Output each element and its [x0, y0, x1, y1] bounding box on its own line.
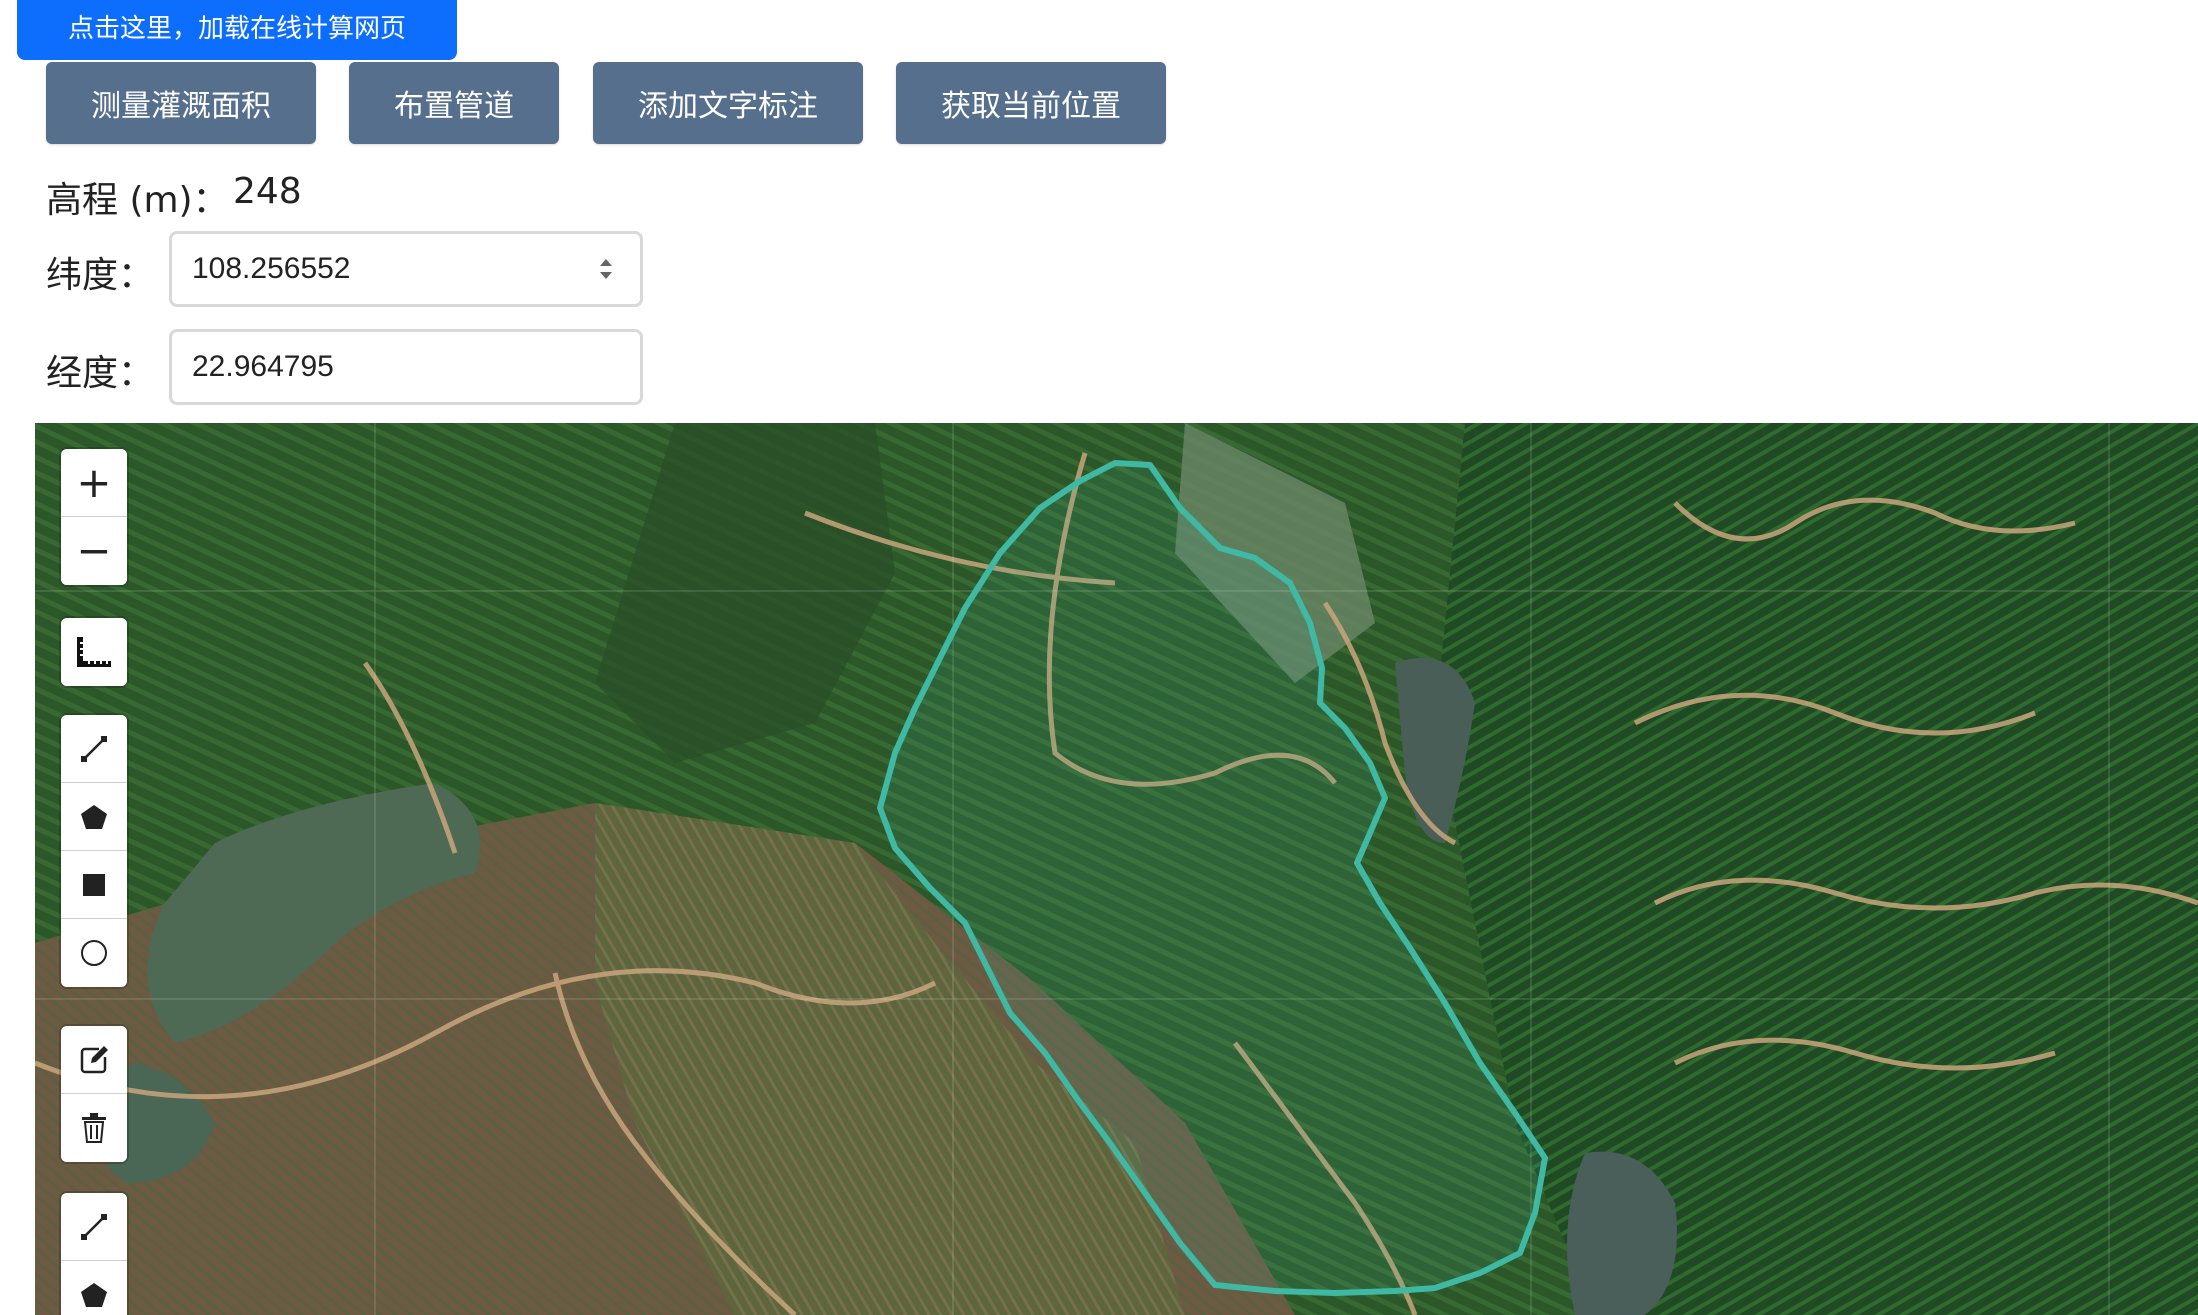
ruler-icon — [77, 637, 111, 667]
zoom-in-button[interactable]: + — [61, 449, 127, 517]
get-location-button[interactable]: 获取当前位置 — [896, 62, 1166, 144]
measure-control — [61, 618, 127, 686]
polygon-icon — [81, 1283, 107, 1307]
latitude-input[interactable]: 108.256552 — [169, 231, 643, 307]
elevation-value: 248 — [233, 171, 302, 212]
measure-button[interactable] — [61, 618, 127, 686]
draw-polyline-button[interactable] — [61, 715, 127, 783]
edit-layers-button[interactable] — [61, 1026, 127, 1094]
elevation-label: 高程 (m)： — [46, 180, 229, 221]
rectangle-icon — [83, 873, 105, 896]
polyline-icon — [81, 1213, 107, 1240]
draw-rectangle-button[interactable] — [61, 851, 127, 919]
satellite-map[interactable]: + − — [35, 423, 2198, 1315]
polyline-icon — [81, 735, 107, 762]
draw-polygon-button[interactable] — [61, 783, 127, 851]
zoom-control: + − — [61, 449, 127, 585]
latitude-value: 108.256552 — [192, 252, 351, 285]
draw-polygon-button-2[interactable] — [61, 1261, 127, 1315]
circle-icon — [81, 940, 107, 966]
add-text-label-button[interactable]: 添加文字标注 — [593, 62, 863, 144]
zoom-out-icon: − — [76, 526, 112, 575]
edit-icon — [80, 1045, 108, 1073]
draw-circle-button[interactable] — [61, 919, 127, 987]
place-pipe-button[interactable]: 布置管道 — [349, 62, 559, 144]
draw-toolbar — [61, 715, 127, 987]
longitude-input[interactable]: 22.964795 — [169, 329, 643, 405]
draw-polyline-button-2[interactable] — [61, 1193, 127, 1261]
edit-toolbar — [61, 1026, 127, 1162]
zoom-in-icon: + — [76, 457, 112, 507]
satellite-imagery — [35, 423, 2198, 1315]
load-online-calc-banner[interactable]: 点击这里，加载在线计算网页 — [17, 0, 457, 60]
trash-icon — [82, 1113, 106, 1143]
longitude-value: 22.964795 — [192, 350, 334, 383]
polygon-icon — [81, 804, 107, 829]
longitude-label: 经度： — [46, 353, 155, 394]
zoom-out-button[interactable]: − — [61, 517, 127, 585]
draw-toolbar-secondary — [61, 1193, 127, 1315]
latitude-label: 纬度： — [46, 255, 155, 296]
number-spinner-icon[interactable] — [598, 255, 614, 283]
measure-area-button[interactable]: 测量灌溉面积 — [46, 62, 316, 144]
delete-layers-button[interactable] — [61, 1094, 127, 1162]
